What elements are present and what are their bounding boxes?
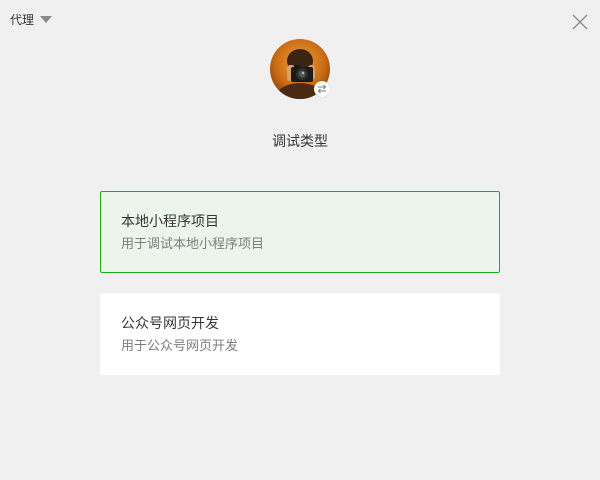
option-title: 公众号网页开发 [121, 316, 219, 332]
option-local-miniprogram[interactable]: 本地小程序项目 用于调试本地小程序项目 [100, 191, 500, 273]
option-description: 用于调试本地小程序项目 [121, 237, 265, 252]
proxy-label: 代理 [10, 12, 35, 27]
close-button[interactable] [570, 12, 590, 32]
proxy-dropdown[interactable]: 代理 [10, 10, 53, 28]
option-title: 本地小程序项目 [121, 214, 219, 230]
switch-account-button[interactable] [314, 81, 330, 97]
page-title: 调试类型 [272, 134, 328, 150]
caret-down-icon [40, 16, 53, 23]
option-description: 用于公众号网页开发 [121, 339, 239, 354]
user-avatar-area[interactable] [270, 39, 330, 99]
switch-arrows-icon [317, 84, 327, 94]
close-icon [572, 14, 588, 30]
option-official-account-web[interactable]: 公众号网页开发 用于公众号网页开发 [100, 293, 500, 375]
